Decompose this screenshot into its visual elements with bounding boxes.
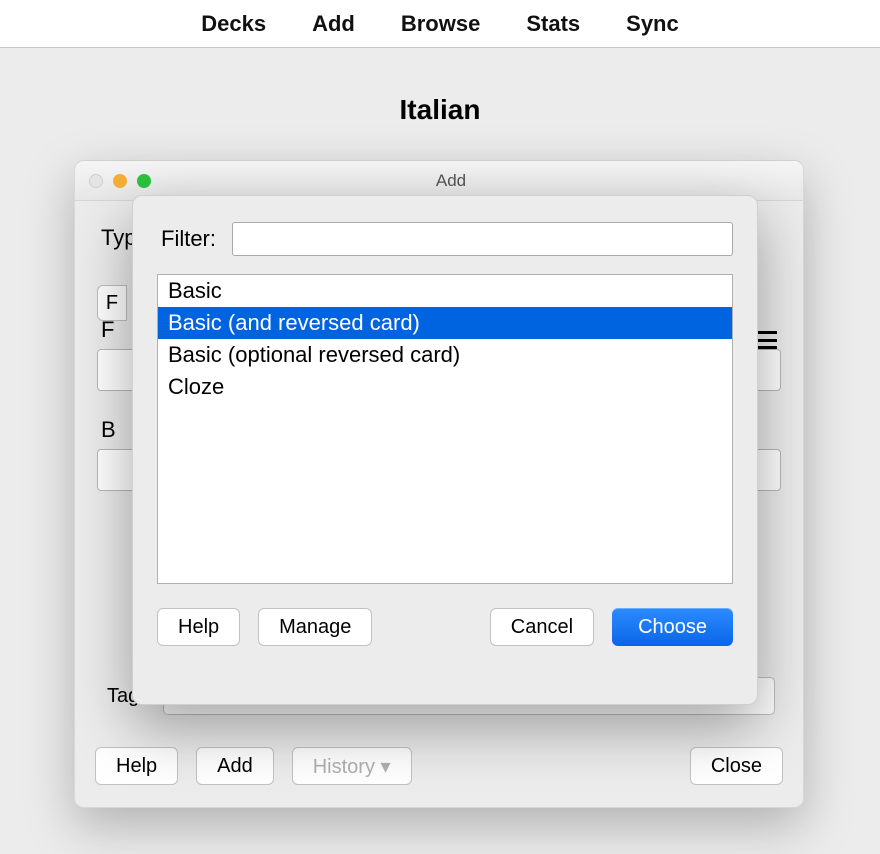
main-menubar: Decks Add Browse Stats Sync (0, 0, 880, 48)
history-button[interactable]: History ▾ (292, 747, 412, 785)
help-button[interactable]: Help (95, 747, 178, 785)
choose-button[interactable]: Choose (612, 608, 733, 646)
manage-button[interactable]: Manage (258, 608, 372, 646)
note-type-chooser: Filter: Basic Basic (and reversed card) … (132, 195, 758, 705)
menu-add[interactable]: Add (312, 11, 355, 37)
deck-title: Italian (0, 48, 880, 156)
menu-stats[interactable]: Stats (526, 11, 580, 37)
traffic-zoom-icon[interactable] (137, 174, 151, 188)
list-item[interactable]: Cloze (158, 371, 732, 403)
add-window-title: Add (151, 171, 751, 191)
menu-sync[interactable]: Sync (626, 11, 679, 37)
close-button[interactable]: Close (690, 747, 783, 785)
traffic-close-icon[interactable] (89, 174, 103, 188)
add-card-button[interactable]: Add (196, 747, 274, 785)
chooser-help-button[interactable]: Help (157, 608, 240, 646)
filter-label: Filter: (161, 226, 216, 252)
menu-browse[interactable]: Browse (401, 11, 480, 37)
note-type-list[interactable]: Basic Basic (and reversed card) Basic (o… (157, 274, 733, 584)
list-item[interactable]: Basic (and reversed card) (158, 307, 732, 339)
filter-input[interactable] (232, 222, 733, 256)
fields-button[interactable]: F (97, 285, 127, 321)
traffic-minimize-icon[interactable] (113, 174, 127, 188)
list-item[interactable]: Basic (optional reversed card) (158, 339, 732, 371)
cancel-button[interactable]: Cancel (490, 608, 594, 646)
list-item[interactable]: Basic (158, 275, 732, 307)
menu-decks[interactable]: Decks (201, 11, 266, 37)
